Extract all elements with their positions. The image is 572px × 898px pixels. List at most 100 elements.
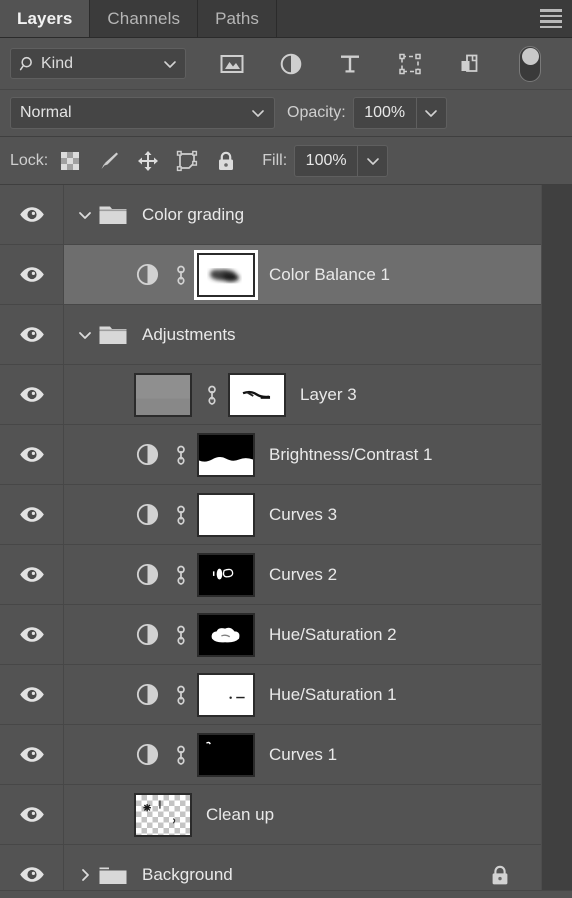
- layer-visibility-toggle[interactable]: [0, 845, 64, 890]
- eye-visibility-icon[interactable]: [19, 386, 45, 403]
- layer-row-body[interactable]: Hue/Saturation 2: [64, 605, 541, 664]
- opacity-value[interactable]: 100%: [354, 98, 416, 128]
- layer-mask-thumbnail[interactable]: [197, 552, 255, 597]
- fill-stepper[interactable]: [357, 145, 387, 176]
- layer-row[interactable]: Color Balance 1: [0, 245, 541, 305]
- eye-visibility-icon[interactable]: [19, 326, 45, 343]
- group-disclosure-toggle[interactable]: [74, 207, 96, 223]
- eye-visibility-icon[interactable]: [19, 446, 45, 463]
- layer-visibility-toggle[interactable]: [0, 605, 64, 664]
- layer-visibility-toggle[interactable]: [0, 305, 64, 364]
- group-disclosure-toggle[interactable]: [74, 867, 96, 883]
- tab-channels[interactable]: Channels: [90, 0, 199, 37]
- fill-field[interactable]: 100%: [294, 144, 389, 177]
- link-mask-icon[interactable]: [173, 443, 189, 467]
- layer-row-body[interactable]: Color Balance 1: [64, 245, 541, 304]
- link-mask-icon[interactable]: [173, 263, 189, 287]
- layer-row[interactable]: Layer 3: [0, 365, 541, 425]
- adjustment-layer-icon[interactable]: [134, 741, 161, 768]
- layer-visibility-toggle[interactable]: [0, 245, 64, 304]
- filter-enable-toggle[interactable]: [519, 45, 542, 82]
- eye-visibility-icon[interactable]: [19, 206, 45, 223]
- layer-row-body[interactable]: Curves 2: [64, 545, 541, 604]
- adjustment-layer-icon[interactable]: [134, 441, 161, 468]
- layer-row[interactable]: Adjustments: [0, 305, 541, 365]
- layer-visibility-toggle[interactable]: [0, 485, 64, 544]
- chevron-right-icon[interactable]: [77, 867, 93, 883]
- layer-mask-thumbnail[interactable]: [197, 432, 255, 477]
- layer-mask-thumbnail[interactable]: [197, 492, 255, 537]
- hamburger-menu-icon[interactable]: [530, 0, 572, 37]
- group-disclosure-toggle[interactable]: [74, 327, 96, 343]
- fill-value[interactable]: 100%: [295, 146, 357, 176]
- eye-visibility-icon[interactable]: [19, 506, 45, 523]
- lock-transparent-pixels-icon[interactable]: [58, 149, 82, 173]
- opacity-stepper[interactable]: [415, 98, 446, 128]
- layer-row-body[interactable]: Color grading: [64, 185, 541, 244]
- layer-visibility-toggle[interactable]: [0, 425, 64, 484]
- layer-row-body[interactable]: Hue/Saturation 1: [64, 665, 541, 724]
- layer-list-scrollbar[interactable]: [541, 185, 572, 890]
- layer-mask-thumbnail[interactable]: [228, 372, 286, 417]
- layer-row-body[interactable]: Clean up: [64, 785, 541, 844]
- eye-visibility-icon[interactable]: [19, 626, 45, 643]
- layer-visibility-toggle[interactable]: [0, 365, 64, 424]
- layer-row[interactable]: Curves 1: [0, 725, 541, 785]
- layer-visibility-toggle[interactable]: [0, 545, 64, 604]
- layer-row-body[interactable]: Adjustments: [64, 305, 541, 364]
- layer-visibility-toggle[interactable]: [0, 665, 64, 724]
- layer-mask-thumbnail[interactable]: [197, 732, 255, 777]
- layer-row[interactable]: Hue/Saturation 1: [0, 665, 541, 725]
- blend-mode-select[interactable]: Normal: [10, 97, 275, 129]
- filter-kind-select[interactable]: Kind: [10, 48, 186, 79]
- adjustment-layer-icon[interactable]: [134, 501, 161, 528]
- lock-all-icon[interactable]: [214, 149, 238, 173]
- layer-row-body[interactable]: Background: [64, 845, 541, 890]
- layer-mask-thumbnail[interactable]: [197, 612, 255, 657]
- opacity-field[interactable]: 100%: [352, 97, 447, 129]
- layer-visibility-toggle[interactable]: [0, 185, 64, 244]
- layer-row[interactable]: Curves 3: [0, 485, 541, 545]
- layer-row-body[interactable]: Curves 3: [64, 485, 541, 544]
- layer-mask-thumbnail[interactable]: [194, 249, 258, 300]
- adjustment-layer-icon[interactable]: [134, 561, 161, 588]
- layer-visibility-toggle[interactable]: [0, 725, 64, 784]
- link-mask-icon[interactable]: [173, 683, 189, 707]
- filter-adjustment-layers-icon[interactable]: [278, 51, 304, 77]
- layer-thumbnail[interactable]: [134, 792, 192, 837]
- tab-layers[interactable]: Layers: [0, 0, 91, 37]
- layer-row-body[interactable]: Curves 1: [64, 725, 541, 784]
- eye-visibility-icon[interactable]: [19, 806, 45, 823]
- eye-visibility-icon[interactable]: [19, 266, 45, 283]
- layer-row-body[interactable]: Brightness/Contrast 1: [64, 425, 541, 484]
- link-mask-icon[interactable]: [173, 563, 189, 587]
- layer-visibility-toggle[interactable]: [0, 785, 64, 844]
- chevron-down-icon[interactable]: [77, 327, 93, 343]
- lock-artboard-nesting-icon[interactable]: [175, 149, 199, 173]
- filter-shape-layers-icon[interactable]: [397, 51, 423, 77]
- lock-position-icon[interactable]: [136, 149, 160, 173]
- layer-row[interactable]: Color grading: [0, 185, 541, 245]
- link-mask-icon[interactable]: [173, 623, 189, 647]
- tab-paths[interactable]: Paths: [198, 0, 278, 37]
- eye-visibility-icon[interactable]: [19, 686, 45, 703]
- eye-visibility-icon[interactable]: [19, 746, 45, 763]
- layer-list[interactable]: Color grading Color Balance 1 Adjustments L…: [0, 185, 572, 890]
- lock-icon[interactable]: [489, 863, 511, 887]
- filter-pixel-layers-icon[interactable]: [219, 51, 245, 77]
- filter-smart-object-icon[interactable]: [456, 51, 482, 77]
- layer-row[interactable]: Background: [0, 845, 541, 890]
- layer-row[interactable]: Curves 2: [0, 545, 541, 605]
- link-mask-icon[interactable]: [173, 743, 189, 767]
- layer-thumbnail[interactable]: [134, 372, 192, 417]
- lock-image-pixels-icon[interactable]: [97, 149, 121, 173]
- eye-visibility-icon[interactable]: [19, 866, 45, 883]
- layer-row[interactable]: Hue/Saturation 2: [0, 605, 541, 665]
- layer-mask-thumbnail[interactable]: [197, 672, 255, 717]
- layer-row[interactable]: Brightness/Contrast 1: [0, 425, 541, 485]
- adjustment-layer-icon[interactable]: [134, 261, 161, 288]
- adjustment-layer-icon[interactable]: [134, 681, 161, 708]
- layer-row-body[interactable]: Layer 3: [64, 365, 541, 424]
- link-mask-icon[interactable]: [173, 503, 189, 527]
- eye-visibility-icon[interactable]: [19, 566, 45, 583]
